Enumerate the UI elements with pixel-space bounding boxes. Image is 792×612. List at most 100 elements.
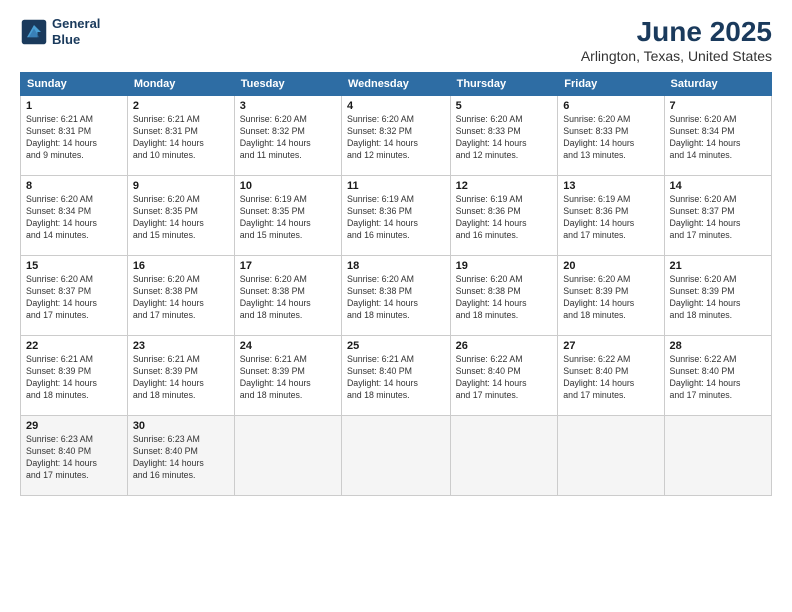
calendar-week-3: 15 Sunrise: 6:20 AM Sunset: 8:37 PM Dayli… bbox=[21, 256, 772, 336]
day-info: Sunrise: 6:22 AM Sunset: 8:40 PM Dayligh… bbox=[456, 354, 553, 402]
calendar-cell: 23 Sunrise: 6:21 AM Sunset: 8:39 PM Dayli… bbox=[127, 336, 234, 416]
calendar-cell: 30 Sunrise: 6:23 AM Sunset: 8:40 PM Dayli… bbox=[127, 416, 234, 496]
calendar-header-row: SundayMondayTuesdayWednesdayThursdayFrid… bbox=[21, 73, 772, 96]
day-number: 19 bbox=[456, 260, 553, 272]
day-info: Sunrise: 6:21 AM Sunset: 8:31 PM Dayligh… bbox=[26, 114, 122, 162]
day-number: 26 bbox=[456, 340, 553, 352]
calendar-week-1: 1Sunrise: 6:21 AM Sunset: 8:31 PM Daylig… bbox=[21, 96, 772, 176]
header: General Blue June 2025 Arlington, Texas,… bbox=[20, 16, 772, 64]
day-info: Sunrise: 6:19 AM Sunset: 8:36 PM Dayligh… bbox=[347, 194, 445, 242]
day-info: Sunrise: 6:19 AM Sunset: 8:36 PM Dayligh… bbox=[563, 194, 658, 242]
day-number: 27 bbox=[563, 340, 658, 352]
day-info: Sunrise: 6:20 AM Sunset: 8:37 PM Dayligh… bbox=[26, 274, 122, 322]
day-info: Sunrise: 6:20 AM Sunset: 8:34 PM Dayligh… bbox=[670, 114, 767, 162]
day-info: Sunrise: 6:19 AM Sunset: 8:35 PM Dayligh… bbox=[240, 194, 336, 242]
day-number: 24 bbox=[240, 340, 336, 352]
calendar-header-sunday: Sunday bbox=[21, 73, 128, 96]
day-info: Sunrise: 6:21 AM Sunset: 8:39 PM Dayligh… bbox=[26, 354, 122, 402]
calendar-week-4: 22 Sunrise: 6:21 AM Sunset: 8:39 PM Dayli… bbox=[21, 336, 772, 416]
day-number: 4 bbox=[347, 100, 445, 112]
day-info: Sunrise: 6:21 AM Sunset: 8:31 PM Dayligh… bbox=[133, 114, 229, 162]
calendar-header-friday: Friday bbox=[558, 73, 664, 96]
calendar-cell bbox=[341, 416, 450, 496]
calendar-cell bbox=[450, 416, 558, 496]
day-info: Sunrise: 6:20 AM Sunset: 8:38 PM Dayligh… bbox=[240, 274, 336, 322]
calendar-cell: 24 Sunrise: 6:21 AM Sunset: 8:39 PM Dayli… bbox=[234, 336, 341, 416]
calendar-cell bbox=[558, 416, 664, 496]
calendar-cell: 26 Sunrise: 6:22 AM Sunset: 8:40 PM Dayli… bbox=[450, 336, 558, 416]
calendar-cell: 13 Sunrise: 6:19 AM Sunset: 8:36 PM Dayli… bbox=[558, 176, 664, 256]
day-info: Sunrise: 6:20 AM Sunset: 8:33 PM Dayligh… bbox=[456, 114, 553, 162]
day-number: 15 bbox=[26, 260, 122, 272]
day-info: Sunrise: 6:20 AM Sunset: 8:32 PM Dayligh… bbox=[347, 114, 445, 162]
calendar-cell: 6Sunrise: 6:20 AM Sunset: 8:33 PM Daylig… bbox=[558, 96, 664, 176]
day-number: 17 bbox=[240, 260, 336, 272]
day-number: 13 bbox=[563, 180, 658, 192]
calendar-cell: 25 Sunrise: 6:21 AM Sunset: 8:40 PM Dayli… bbox=[341, 336, 450, 416]
calendar-cell: 15 Sunrise: 6:20 AM Sunset: 8:37 PM Dayli… bbox=[21, 256, 128, 336]
day-info: Sunrise: 6:21 AM Sunset: 8:39 PM Dayligh… bbox=[133, 354, 229, 402]
day-info: Sunrise: 6:19 AM Sunset: 8:36 PM Dayligh… bbox=[456, 194, 553, 242]
calendar-cell: 1Sunrise: 6:21 AM Sunset: 8:31 PM Daylig… bbox=[21, 96, 128, 176]
main-title: June 2025 bbox=[581, 16, 772, 48]
day-number: 23 bbox=[133, 340, 229, 352]
calendar-header-monday: Monday bbox=[127, 73, 234, 96]
calendar-header-tuesday: Tuesday bbox=[234, 73, 341, 96]
calendar-cell bbox=[664, 416, 772, 496]
day-number: 9 bbox=[133, 180, 229, 192]
calendar-cell: 9Sunrise: 6:20 AM Sunset: 8:35 PM Daylig… bbox=[127, 176, 234, 256]
day-number: 11 bbox=[347, 180, 445, 192]
day-info: Sunrise: 6:20 AM Sunset: 8:32 PM Dayligh… bbox=[240, 114, 336, 162]
day-number: 2 bbox=[133, 100, 229, 112]
day-info: Sunrise: 6:20 AM Sunset: 8:38 PM Dayligh… bbox=[347, 274, 445, 322]
logo-icon bbox=[20, 18, 48, 46]
day-info: Sunrise: 6:20 AM Sunset: 8:38 PM Dayligh… bbox=[133, 274, 229, 322]
day-number: 5 bbox=[456, 100, 553, 112]
day-number: 25 bbox=[347, 340, 445, 352]
calendar-cell: 20Sunrise: 6:20 AM Sunset: 8:39 PM Dayli… bbox=[558, 256, 664, 336]
calendar-cell: 29 Sunrise: 6:23 AM Sunset: 8:40 PM Dayli… bbox=[21, 416, 128, 496]
day-info: Sunrise: 6:20 AM Sunset: 8:33 PM Dayligh… bbox=[563, 114, 658, 162]
day-number: 21 bbox=[670, 260, 767, 272]
page: General Blue June 2025 Arlington, Texas,… bbox=[0, 0, 792, 612]
day-info: Sunrise: 6:23 AM Sunset: 8:40 PM Dayligh… bbox=[133, 434, 229, 482]
calendar-cell: 10 Sunrise: 6:19 AM Sunset: 8:35 PM Dayli… bbox=[234, 176, 341, 256]
calendar-cell: 18 Sunrise: 6:20 AM Sunset: 8:38 PM Dayli… bbox=[341, 256, 450, 336]
calendar-header-thursday: Thursday bbox=[450, 73, 558, 96]
calendar-header-saturday: Saturday bbox=[664, 73, 772, 96]
day-info: Sunrise: 6:20 AM Sunset: 8:39 PM Dayligh… bbox=[670, 274, 767, 322]
day-info: Sunrise: 6:20 AM Sunset: 8:38 PM Dayligh… bbox=[456, 274, 553, 322]
day-number: 14 bbox=[670, 180, 767, 192]
day-number: 10 bbox=[240, 180, 336, 192]
logo-text: General Blue bbox=[52, 16, 100, 47]
day-info: Sunrise: 6:21 AM Sunset: 8:40 PM Dayligh… bbox=[347, 354, 445, 402]
calendar-cell: 4 Sunrise: 6:20 AM Sunset: 8:32 PM Daylig… bbox=[341, 96, 450, 176]
calendar-header-wednesday: Wednesday bbox=[341, 73, 450, 96]
calendar-table: SundayMondayTuesdayWednesdayThursdayFrid… bbox=[20, 72, 772, 496]
calendar-cell: 3 Sunrise: 6:20 AM Sunset: 8:32 PM Daylig… bbox=[234, 96, 341, 176]
calendar-cell: 19 Sunrise: 6:20 AM Sunset: 8:38 PM Dayli… bbox=[450, 256, 558, 336]
day-number: 12 bbox=[456, 180, 553, 192]
day-number: 30 bbox=[133, 420, 229, 432]
day-info: Sunrise: 6:23 AM Sunset: 8:40 PM Dayligh… bbox=[26, 434, 122, 482]
day-number: 3 bbox=[240, 100, 336, 112]
logo: General Blue bbox=[20, 16, 100, 47]
day-info: Sunrise: 6:22 AM Sunset: 8:40 PM Dayligh… bbox=[563, 354, 658, 402]
calendar-cell: 17 Sunrise: 6:20 AM Sunset: 8:38 PM Dayli… bbox=[234, 256, 341, 336]
calendar-cell: 16Sunrise: 6:20 AM Sunset: 8:38 PM Dayli… bbox=[127, 256, 234, 336]
day-info: Sunrise: 6:21 AM Sunset: 8:39 PM Dayligh… bbox=[240, 354, 336, 402]
day-number: 29 bbox=[26, 420, 122, 432]
day-info: Sunrise: 6:20 AM Sunset: 8:37 PM Dayligh… bbox=[670, 194, 767, 242]
calendar-cell bbox=[234, 416, 341, 496]
day-number: 7 bbox=[670, 100, 767, 112]
calendar-cell: 2 Sunrise: 6:21 AM Sunset: 8:31 PM Daylig… bbox=[127, 96, 234, 176]
subtitle: Arlington, Texas, United States bbox=[581, 48, 772, 64]
day-number: 18 bbox=[347, 260, 445, 272]
day-number: 28 bbox=[670, 340, 767, 352]
calendar-cell: 14 Sunrise: 6:20 AM Sunset: 8:37 PM Dayli… bbox=[664, 176, 772, 256]
calendar-cell: 12 Sunrise: 6:19 AM Sunset: 8:36 PM Dayli… bbox=[450, 176, 558, 256]
calendar-cell: 27 Sunrise: 6:22 AM Sunset: 8:40 PM Dayli… bbox=[558, 336, 664, 416]
calendar-cell: 28Sunrise: 6:22 AM Sunset: 8:40 PM Dayli… bbox=[664, 336, 772, 416]
day-number: 22 bbox=[26, 340, 122, 352]
calendar-cell: 11 Sunrise: 6:19 AM Sunset: 8:36 PM Dayli… bbox=[341, 176, 450, 256]
